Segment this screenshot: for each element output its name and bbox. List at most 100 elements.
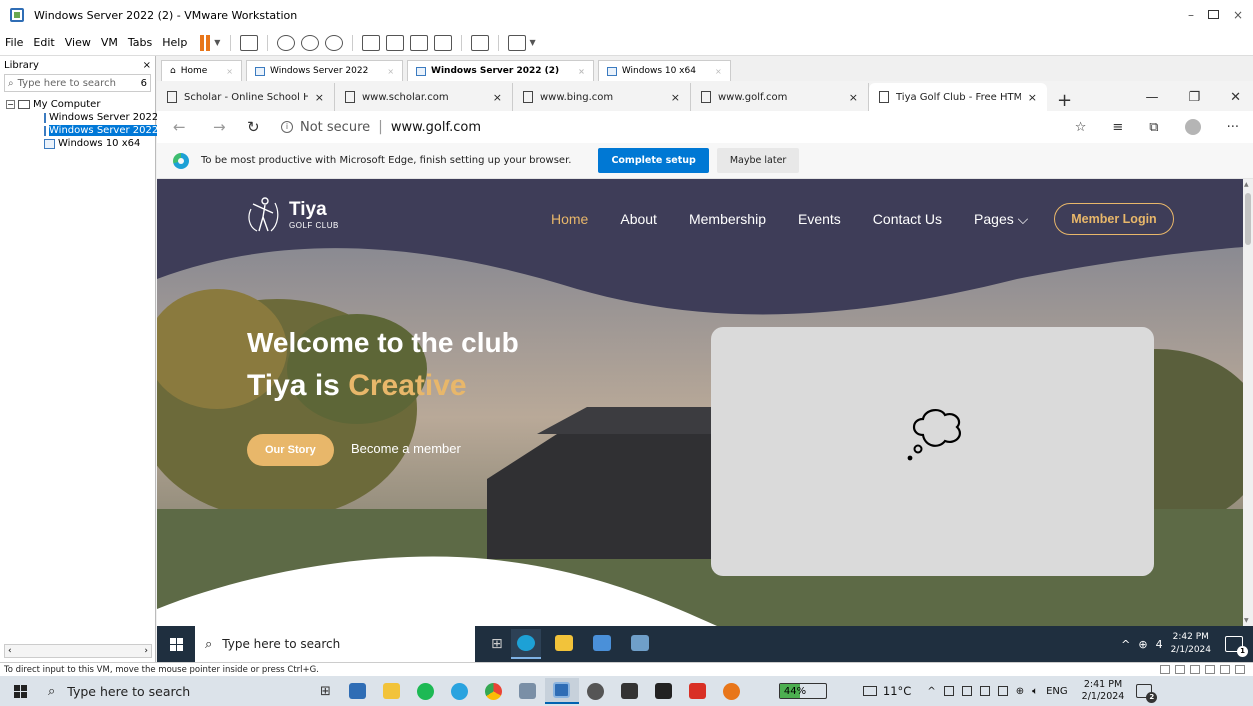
- tab-close-icon[interactable]: ×: [849, 91, 858, 104]
- favorites-icon[interactable]: ≡: [1112, 120, 1123, 135]
- guest-clock[interactable]: 2:42 PM 2/1/2024: [1171, 631, 1211, 657]
- taskbar-settings-app[interactable]: [579, 678, 613, 704]
- scroll-down-icon[interactable]: ▼: [1244, 617, 1249, 624]
- network-icon[interactable]: ⊕: [1138, 638, 1147, 651]
- battery-icon[interactable]: [943, 686, 954, 696]
- phone-link-icon[interactable]: [979, 686, 990, 696]
- sound-card-icon[interactable]: [1205, 665, 1215, 674]
- nav-pages-dropdown[interactable]: Pages ⌵: [974, 211, 1028, 228]
- cloud-icon[interactable]: [961, 686, 972, 696]
- collections-icon[interactable]: ⧉: [1149, 120, 1158, 135]
- collapse-icon[interactable]: −: [6, 100, 15, 109]
- member-login-button[interactable]: Member Login: [1054, 203, 1174, 235]
- maximize-icon[interactable]: [1207, 10, 1219, 19]
- console-view-icon[interactable]: [471, 34, 490, 51]
- forward-icon[interactable]: →: [213, 118, 237, 136]
- menu-tabs[interactable]: Tabs: [123, 36, 157, 49]
- tab-close-icon[interactable]: ×: [671, 91, 680, 104]
- menu-vm[interactable]: VM: [96, 36, 123, 49]
- scroll-left-icon[interactable]: ‹: [8, 646, 12, 656]
- edge-tab[interactable]: www.scholar.com ×: [335, 83, 513, 111]
- tree-node-vm-selected[interactable]: Windows Server 2022: [0, 124, 159, 137]
- notification-icon[interactable]: 2: [1136, 684, 1158, 703]
- close-icon[interactable]: ×: [1233, 8, 1243, 22]
- tab-close-icon[interactable]: ×: [387, 67, 394, 76]
- info-icon[interactable]: i: [281, 121, 293, 133]
- taskbar-spotify-app[interactable]: [409, 678, 443, 704]
- vm-tab-server-2022[interactable]: Windows Server 2022 ×: [246, 60, 404, 81]
- nav-membership[interactable]: Membership: [689, 211, 766, 227]
- volume-status[interactable]: 4: [1156, 638, 1163, 651]
- refresh-icon[interactable]: ↻: [247, 118, 267, 136]
- taskbar-file-explorer-app[interactable]: [549, 629, 579, 659]
- stretch-guest-icon[interactable]: [508, 34, 527, 51]
- vm-tab-windows-10[interactable]: Windows 10 x64 ×: [597, 60, 731, 81]
- menu-file[interactable]: File: [0, 36, 28, 49]
- task-view-icon[interactable]: ⊞: [320, 684, 331, 699]
- network-icon[interactable]: ⊕: [1016, 686, 1024, 697]
- tab-close-icon[interactable]: ×: [226, 67, 233, 76]
- host-search-input[interactable]: ⌕ Type here to search: [40, 684, 270, 699]
- cd-drive-icon[interactable]: [1175, 665, 1185, 674]
- taskbar-paint-app[interactable]: [715, 678, 749, 704]
- edge-tab-active[interactable]: Tiya Golf Club - Free HTML CS ×: [869, 83, 1047, 111]
- video-placeholder[interactable]: [711, 327, 1154, 576]
- revert-snapshot-icon[interactable]: [301, 34, 320, 51]
- tab-close-icon[interactable]: ×: [578, 67, 585, 76]
- taskbar-snipping-app[interactable]: [511, 678, 545, 704]
- menu-edit[interactable]: Edit: [28, 36, 59, 49]
- menu-view[interactable]: View: [60, 36, 96, 49]
- nav-home[interactable]: Home: [551, 211, 588, 227]
- tab-close-icon[interactable]: ×: [1028, 91, 1037, 104]
- vm-tab-home[interactable]: ⌂ Home ×: [161, 60, 242, 81]
- taskbar-file-explorer-app[interactable]: [375, 678, 409, 704]
- weather-widget[interactable]: 11°C: [862, 684, 911, 698]
- scroll-up-icon[interactable]: ▲: [1244, 181, 1249, 188]
- taskbar-terminal-app[interactable]: [647, 678, 681, 704]
- taskbar-pdf-app[interactable]: [681, 678, 715, 704]
- new-tab-icon[interactable]: +: [1047, 90, 1082, 111]
- page-scrollbar[interactable]: ▲ ▼: [1243, 179, 1253, 626]
- nav-contact[interactable]: Contact Us: [873, 211, 942, 227]
- tree-node-vm[interactable]: Windows Server 2022: [0, 111, 158, 124]
- taskbar-app-l[interactable]: [341, 678, 375, 704]
- library-search-input[interactable]: ⌕ Type here to search 6: [4, 74, 151, 92]
- scroll-right-icon[interactable]: ›: [144, 646, 148, 656]
- show-library-icon[interactable]: [362, 34, 381, 51]
- become-member-link[interactable]: Become a member: [351, 441, 461, 456]
- guest-search-input[interactable]: ⌕ Type here to search: [195, 626, 475, 662]
- thumbnail-bar-icon[interactable]: [386, 34, 405, 51]
- nav-events[interactable]: Events: [798, 211, 841, 227]
- edge-tab[interactable]: www.golf.com ×: [691, 83, 869, 111]
- edge-tab[interactable]: www.bing.com ×: [513, 83, 691, 111]
- taskbar-powershell-app[interactable]: [625, 629, 655, 659]
- unity-icon[interactable]: [434, 34, 453, 51]
- network-adapter-icon[interactable]: [1190, 665, 1200, 674]
- power-dropdown-icon[interactable]: ▼: [214, 38, 220, 47]
- usb-icon[interactable]: [1220, 665, 1230, 674]
- edge-tab[interactable]: Scholar - Online School HTML ×: [157, 83, 335, 111]
- url-input[interactable]: www.golf.com: [391, 120, 481, 135]
- notification-icon[interactable]: 1: [1225, 636, 1248, 657]
- hard-disk-icon[interactable]: [1160, 665, 1170, 674]
- back-icon[interactable]: ←: [173, 118, 197, 136]
- volume-icon[interactable]: 🔈︎: [1032, 686, 1038, 697]
- complete-setup-button[interactable]: Complete setup: [598, 148, 709, 173]
- guest-vm-screen[interactable]: Scholar - Online School HTML × www.schol…: [157, 81, 1253, 662]
- host-start-button[interactable]: [0, 684, 40, 698]
- tab-close-icon[interactable]: ×: [715, 67, 722, 76]
- task-view-icon[interactable]: ⊞: [491, 636, 503, 652]
- taskbar-security-app[interactable]: [613, 678, 647, 704]
- security-label[interactable]: Not secure: [300, 120, 370, 135]
- language-indicator[interactable]: ENG: [1046, 686, 1068, 697]
- site-logo[interactable]: Tiya GOLF CLUB: [245, 195, 339, 235]
- tab-close-icon[interactable]: ×: [493, 91, 502, 104]
- taskbar-edge-app[interactable]: [510, 629, 541, 659]
- pause-icon[interactable]: [200, 34, 211, 51]
- show-hidden-icons-icon[interactable]: ^: [1121, 638, 1130, 651]
- show-hidden-icons-icon[interactable]: ^: [927, 686, 935, 697]
- start-button[interactable]: [157, 637, 195, 651]
- minimize-icon[interactable]: –: [1188, 8, 1194, 22]
- minimize-icon[interactable]: —: [1145, 90, 1158, 105]
- taskbar-telegram-app[interactable]: [443, 678, 477, 704]
